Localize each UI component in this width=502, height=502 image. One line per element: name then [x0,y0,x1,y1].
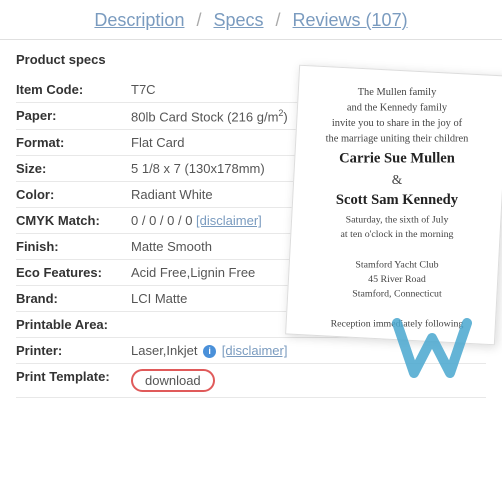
product-specs-section: Product specs Item Code: T7C Paper: 80lb… [0,40,502,398]
spec-label: CMYK Match: [16,208,131,234]
card-intro-text: The Mullen family and the Kennedy family… [303,84,490,146]
tabs-header: Description / Specs / Reviews (107) [0,0,502,40]
spec-label: Size: [16,156,131,182]
separator-1: / [192,10,205,31]
watermark-logo [392,308,472,388]
tab-specs[interactable]: Specs [205,10,271,31]
spec-label: Brand: [16,286,131,312]
product-preview-card: The Mullen family and the Kennedy family… [285,65,502,346]
cmyk-disclaimer-link[interactable]: [disclaimer] [196,213,262,228]
tab-description[interactable]: Description [86,10,192,31]
download-link[interactable]: download [131,369,215,392]
spec-label: Printable Area: [16,312,131,338]
groom-name: Scott Sam Kennedy [303,190,490,210]
tab-reviews[interactable]: Reviews (107) [285,10,416,31]
spec-label: Format: [16,130,131,156]
info-icon[interactable]: i [203,345,216,358]
card-inner: The Mullen family and the Kennedy family… [289,66,502,345]
spec-label: Eco Features: [16,260,131,286]
bride-name: Carrie Sue Mullen [303,149,490,169]
section-title: Product specs [16,52,486,67]
printer-disclaimer-link[interactable]: [disclaimer] [222,343,288,358]
spec-label: Finish: [16,234,131,260]
spec-label: Print Template: [16,364,131,398]
spec-label: Paper: [16,103,131,130]
separator-2: / [272,10,285,31]
spec-label: Color: [16,182,131,208]
spec-label: Printer: [16,338,131,364]
card-names: Carrie Sue Mullen & Scott Sam Kennedy [303,149,490,211]
ampersand: & [303,172,490,189]
spec-label: Item Code: [16,77,131,103]
